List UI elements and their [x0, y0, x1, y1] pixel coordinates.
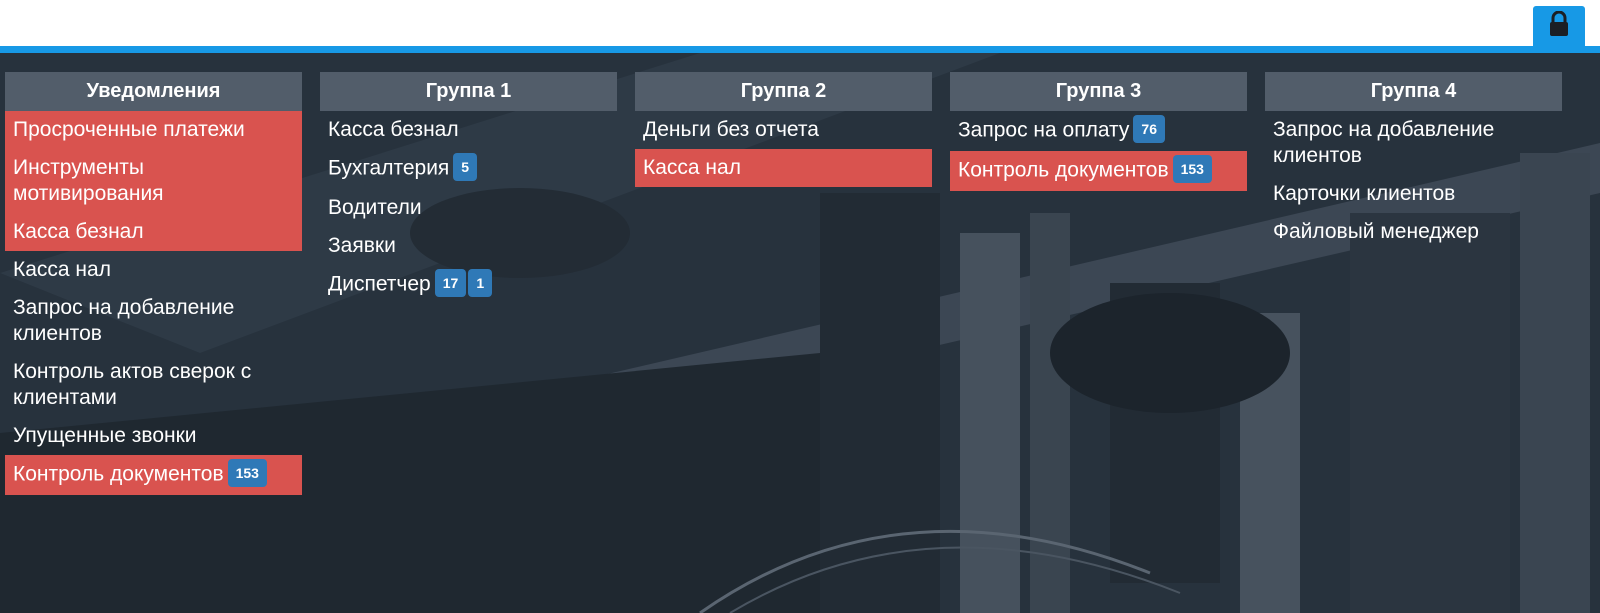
menu-item[interactable]: Касса безнал — [5, 213, 302, 251]
count-badge: 76 — [1133, 115, 1165, 143]
menu-item-label: Просроченные платежи — [13, 118, 245, 141]
top-bar — [0, 0, 1600, 46]
column-1: Уведомления Просроченные платежи Инструмен… — [5, 72, 302, 495]
lock-button[interactable] — [1533, 6, 1585, 46]
menu-item[interactable]: Запрос на оплату 76 — [950, 111, 1247, 151]
menu-item-label: Касса нал — [643, 156, 741, 179]
count-badge: 17 — [434, 269, 467, 297]
menu-item[interactable]: Просроченные платежи — [5, 111, 302, 149]
menu-item-label: Контроль документов — [958, 158, 1169, 182]
menu-item-label: Карточки клиентов — [1273, 182, 1456, 205]
menu-item[interactable]: Касса безнал — [320, 111, 617, 149]
menu-item-label: Водители — [328, 196, 422, 219]
menu-item-label: Файловый менеджер — [1273, 220, 1479, 243]
menu-item[interactable]: Карточки клиентов — [1265, 175, 1562, 213]
menu-item[interactable]: Упущенные звонки — [5, 417, 302, 455]
menu-item[interactable]: Файловый менеджер — [1265, 213, 1562, 251]
menu-item-label: Запрос на оплату — [958, 118, 1130, 142]
menu-item-label: Касса безнал — [328, 118, 459, 141]
count-badge: 5 — [453, 153, 478, 181]
menu-item[interactable]: Контроль документов 153 — [950, 151, 1247, 191]
menu-item[interactable]: Бухгалтерия 5 — [320, 149, 617, 189]
menu-item[interactable]: Запрос на добавление клиентов — [5, 289, 302, 353]
column-5: Группа 4 Запрос на добавление клиентов Кар… — [1265, 72, 1562, 251]
menu-item[interactable]: Касса нал — [635, 149, 932, 187]
column-2: Группа 1 Касса безнал Бухгалтерия 5 Водители… — [320, 72, 617, 305]
menu-item-label: Упущенные звонки — [13, 424, 197, 447]
menu-item[interactable]: Касса нал — [5, 251, 302, 289]
column-header: Группа 2 — [635, 72, 932, 111]
menu-item[interactable]: Запрос на добавление клиентов — [1265, 111, 1562, 175]
menu-item[interactable]: Заявки — [320, 227, 617, 265]
column-header: Группа 3 — [950, 72, 1247, 111]
column-header: Группа 1 — [320, 72, 617, 111]
menu-item[interactable]: Диспетчер 17 1 — [320, 265, 617, 305]
menu-item-label: Касса безнал — [13, 220, 144, 243]
menu-item-label: Инструменты мотивирования — [13, 156, 164, 205]
menu-item-label: Касса нал — [13, 258, 111, 281]
menu-item-label: Контроль актов сверок с клиентами — [13, 360, 252, 409]
count-badge: 153 — [1172, 155, 1212, 183]
menu-item-label: Запрос на добавление клиентов — [13, 296, 235, 345]
column-4: Группа 3 Запрос на оплату 76 Контроль докум… — [950, 72, 1247, 191]
menu-item[interactable]: Инструменты мотивирования — [5, 149, 302, 213]
menu-item[interactable]: Водители — [320, 189, 617, 227]
menu-item-label: Деньги без отчета — [643, 118, 819, 141]
menu-item-label: Диспетчер — [328, 272, 431, 296]
menu-item[interactable]: Контроль актов сверок с клиентами — [5, 353, 302, 417]
menu-item-label: Контроль документов — [13, 462, 224, 486]
menu-item[interactable]: Контроль документов 153 — [5, 455, 302, 495]
column-header: Уведомления — [5, 72, 302, 111]
count-badge: 153 — [227, 459, 267, 487]
top-accent-line — [0, 46, 1600, 53]
column-3: Группа 2 Деньги без отчета Касса нал — [635, 72, 932, 187]
count-badge: 1 — [468, 269, 493, 297]
menu-item-label: Бухгалтерия — [328, 156, 450, 180]
lock-icon — [1548, 10, 1570, 42]
column-header: Группа 4 — [1265, 72, 1562, 111]
menu-item-label: Запрос на добавление клиентов — [1273, 118, 1495, 167]
menu-item[interactable]: Деньги без отчета — [635, 111, 932, 149]
menu-item-label: Заявки — [328, 234, 396, 257]
